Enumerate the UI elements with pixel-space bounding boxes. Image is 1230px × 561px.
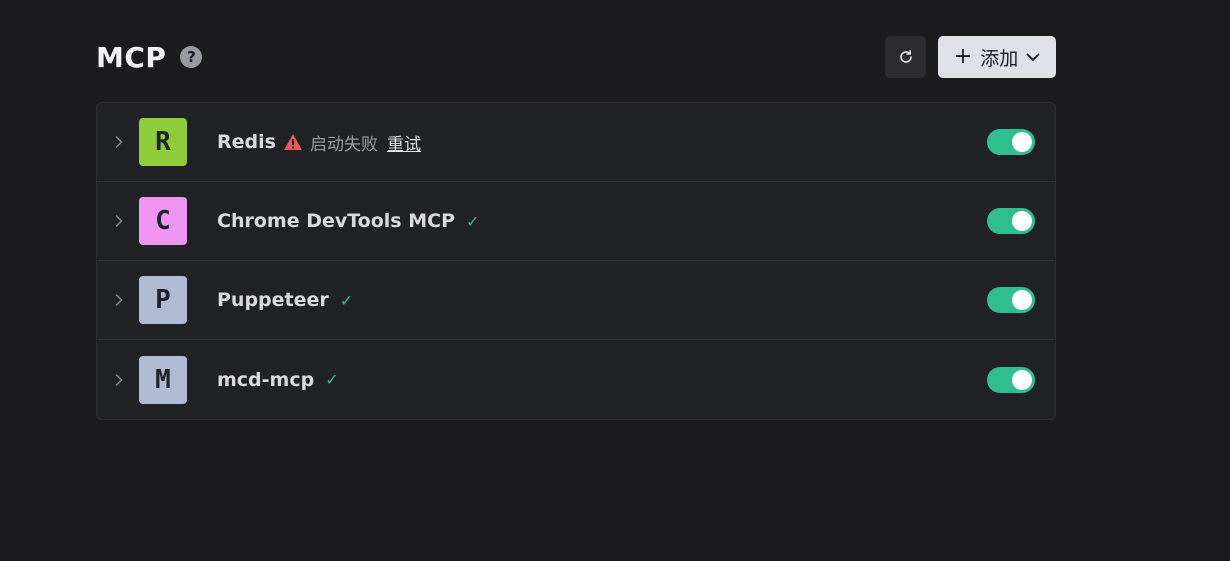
check-icon: ✓ (325, 370, 339, 389)
avatar: C (139, 197, 187, 245)
server-name: Redis (217, 131, 276, 153)
chevron-right-icon[interactable] (113, 215, 125, 227)
server-info: Puppeteer ✓ (217, 289, 353, 311)
list-item: C Chrome DevTools MCP ✓ (97, 182, 1055, 261)
avatar: P (139, 276, 187, 324)
enable-toggle[interactable] (987, 287, 1035, 313)
help-icon[interactable]: ? (180, 46, 203, 68)
chevron-right-icon[interactable] (113, 373, 125, 386)
chevron-down-icon (1026, 53, 1040, 61)
list-item: P Puppeteer ✓ (97, 261, 1055, 340)
check-icon: ✓ (466, 211, 480, 231)
server-info: Chrome DevTools MCP ✓ (217, 210, 479, 232)
header-actions: + 添加 (885, 36, 1056, 78)
enable-toggle[interactable] (987, 129, 1035, 155)
retry-link[interactable]: 重试 (387, 130, 421, 155)
list-item: M mcd-mcp ✓ (97, 340, 1055, 419)
toggle-knob (1012, 132, 1032, 152)
refresh-icon (899, 50, 912, 63)
page-header: MCP ? + 添加 (96, 36, 1056, 78)
avatar: R (139, 118, 187, 166)
refresh-button[interactable] (885, 36, 926, 78)
chevron-right-icon[interactable] (113, 294, 125, 306)
server-name: Puppeteer (217, 289, 329, 311)
list-item: R Redis 启动失败 重试 (97, 103, 1055, 182)
chevron-right-icon[interactable] (113, 136, 125, 148)
server-name: mcd-mcp (217, 368, 315, 391)
server-name: Chrome DevTools MCP (217, 210, 455, 232)
warning-icon (283, 133, 303, 151)
check-icon: ✓ (339, 290, 354, 310)
toggle-knob (1012, 290, 1032, 310)
add-button-label: 添加 (980, 47, 1019, 70)
plus-icon: + (953, 44, 973, 69)
avatar: M (139, 355, 187, 404)
toggle-knob (1012, 369, 1032, 390)
enable-toggle[interactable] (987, 366, 1035, 393)
page-title: MCP (96, 40, 167, 74)
status-text: 启动失败 (309, 134, 378, 155)
add-button[interactable]: + 添加 (938, 36, 1056, 78)
mcp-server-list: R Redis 启动失败 重试 C Chrome DevTools MCP ✓ (96, 102, 1056, 420)
server-info: mcd-mcp ✓ (217, 369, 339, 391)
toggle-knob (1012, 211, 1032, 231)
server-info: Redis 启动失败 重试 (217, 130, 421, 155)
enable-toggle[interactable] (987, 208, 1035, 234)
